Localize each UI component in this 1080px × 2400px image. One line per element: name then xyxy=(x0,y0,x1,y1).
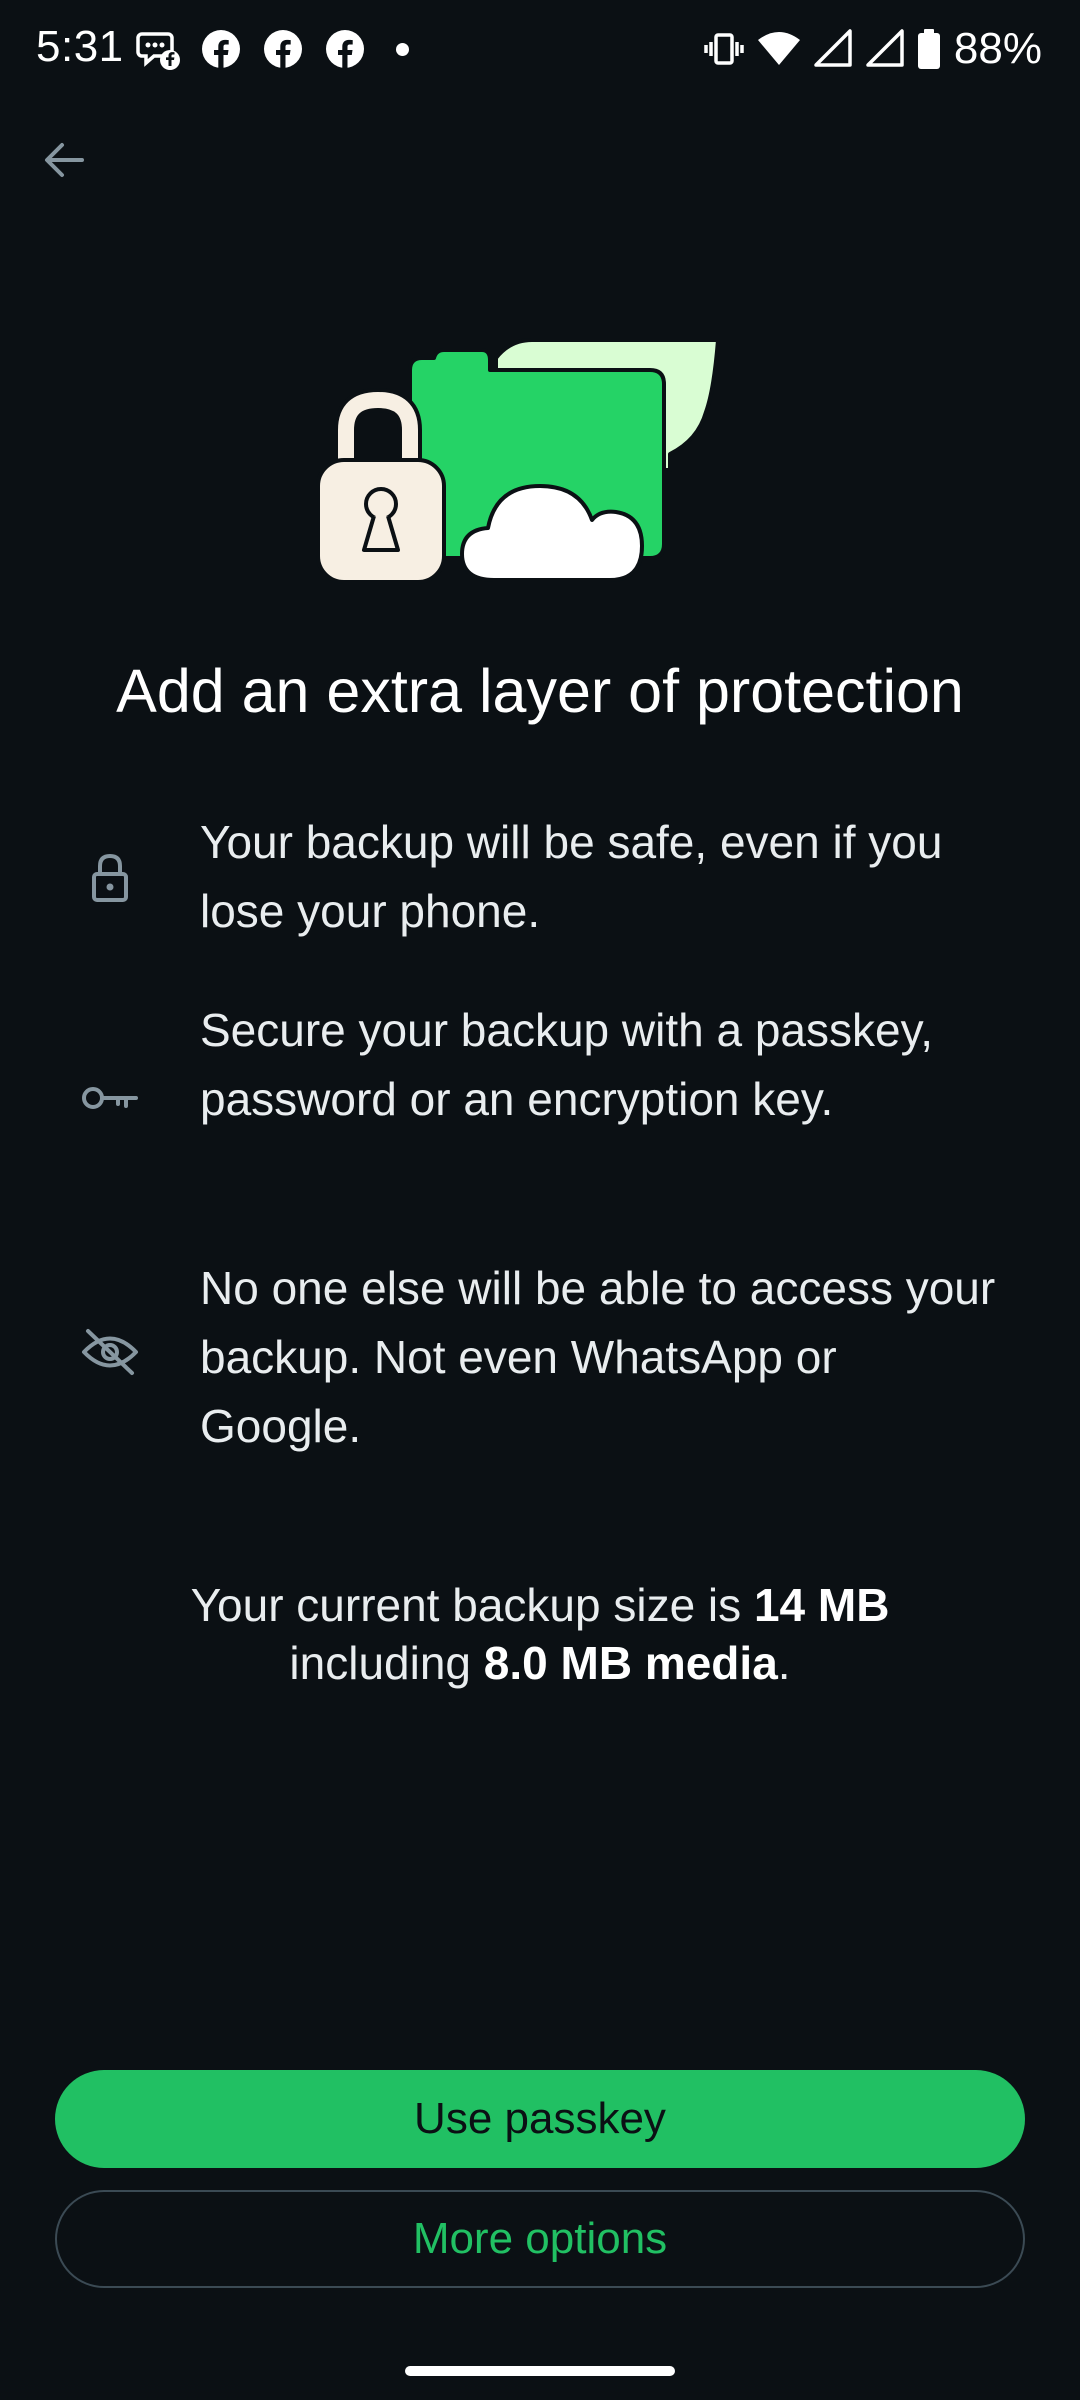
locked-folder-cloud-illustration xyxy=(316,338,720,584)
key-icon xyxy=(80,1068,140,1128)
backup-size-value: 14 MB xyxy=(753,1579,890,1631)
signal-icon xyxy=(814,29,852,67)
battery-percent: 88% xyxy=(953,24,1042,73)
facebook-icon xyxy=(202,30,240,68)
wifi-icon xyxy=(757,32,800,65)
vibrate-icon xyxy=(704,33,744,65)
more-options-button[interactable]: More options xyxy=(55,2190,1025,2288)
feature-text: Your backup will be safe, even if you lo… xyxy=(200,816,943,937)
arrow-left-icon xyxy=(45,143,84,177)
battery-icon xyxy=(917,29,940,69)
messenger-icon xyxy=(136,32,180,70)
backup-media-value: 8.0 MB media xyxy=(483,1637,778,1689)
status-time: 5:31 xyxy=(36,22,124,71)
notification-dot xyxy=(396,42,409,56)
eye-off-icon xyxy=(80,1322,140,1382)
feature-text: No one else will be able to access your … xyxy=(200,1262,996,1452)
signal-icon xyxy=(866,29,904,67)
use-passkey-button[interactable]: Use passkey xyxy=(55,2070,1025,2168)
backup-size-text: Your current backup size is 14 MB includ… xyxy=(0,1576,1080,1692)
facebook-icon xyxy=(264,30,302,68)
backup-size-suffix: . xyxy=(777,1637,791,1689)
feature-text: Secure your backup with a passkey, passw… xyxy=(200,1004,933,1125)
back-button[interactable] xyxy=(30,126,98,194)
backup-size-middle: including xyxy=(289,1637,471,1689)
backup-size-prefix: Your current backup size is xyxy=(190,1579,742,1631)
home-indicator[interactable] xyxy=(405,2366,675,2376)
notification-icons xyxy=(136,26,409,72)
lock-icon xyxy=(80,848,140,908)
facebook-icon xyxy=(326,30,364,68)
page-title: Add an extra layer of protection xyxy=(116,657,964,725)
system-icons: 88% xyxy=(702,24,1042,74)
status-bar: 5:31 88% xyxy=(0,0,1080,100)
